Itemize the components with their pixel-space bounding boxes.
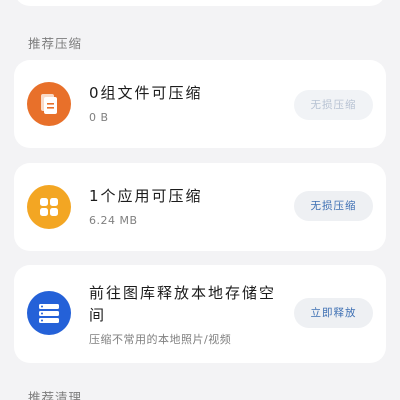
compress-files-card: 0组文件可压缩 0 B 无损压缩 — [14, 60, 386, 148]
section-title-recommend-compress: 推荐压缩 — [28, 36, 83, 51]
storage-icon — [27, 291, 71, 335]
section-title-recommend-clean: 推荐清理 — [28, 390, 83, 400]
release-now-button[interactable]: 立即释放 — [294, 298, 373, 328]
previous-card — [14, 0, 386, 6]
gallery-release-card: 前往图库释放本地存储空间 压缩不常用的本地照片/视频 立即释放 — [14, 265, 386, 363]
card-subtitle: 压缩不常用的本地照片/视频 — [89, 333, 232, 346]
lossless-compress-button[interactable]: 无损压缩 — [294, 191, 373, 221]
card-title: 前往图库释放本地存储空间 — [89, 284, 277, 324]
apps-grid-icon — [27, 185, 71, 229]
file-copy-icon — [27, 82, 71, 126]
card-subtitle: 0 B — [89, 111, 109, 124]
card-title: 0组文件可压缩 — [89, 84, 203, 102]
compress-apps-card: 1个应用可压缩 6.24 MB 无损压缩 — [14, 163, 386, 251]
lossless-compress-button[interactable]: 无损压缩 — [294, 90, 373, 120]
compress-page: 推荐压缩 0组文件可压缩 0 B 无损压缩 1个应用可压缩 6.24 MB 无损… — [0, 0, 400, 400]
card-subtitle: 6.24 MB — [89, 214, 138, 227]
card-title: 1个应用可压缩 — [89, 187, 203, 205]
